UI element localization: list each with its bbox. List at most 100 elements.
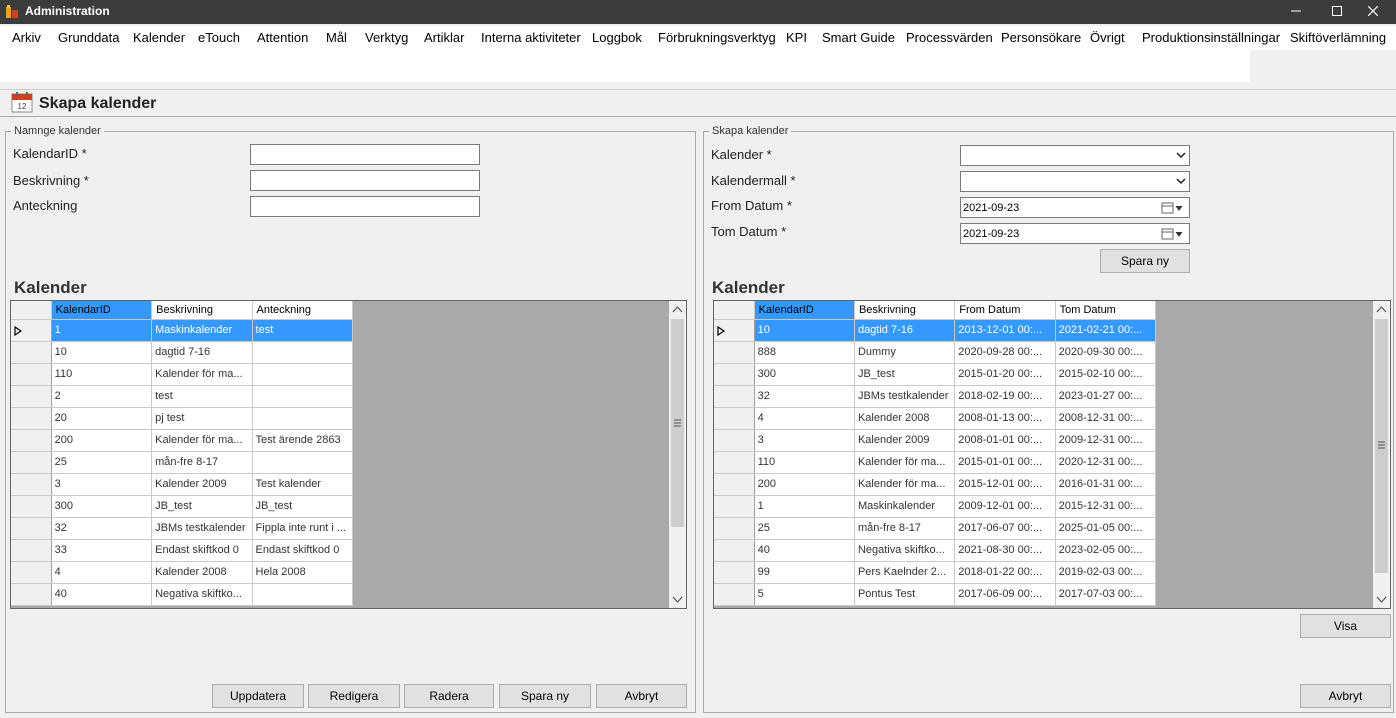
table-cell[interactable]: 3 [51,473,153,496]
row-header[interactable] [11,561,52,584]
row-header[interactable] [714,473,755,496]
table-row[interactable]: 40 Negativa skiftko... 2021-08-30 00:... 20… [714,539,1157,562]
table-cell[interactable]: 2 [51,385,153,408]
table-cell[interactable]: Endast skiftkod 0 [151,539,253,562]
table-cell[interactable]: 2025-01-05 00:... [1055,517,1157,540]
table-cell[interactable]: 300 [51,495,153,518]
table-cell[interactable]: Pontus Test [854,583,956,606]
table-cell[interactable]: Hela 2008 [252,561,354,584]
table-row[interactable]: 32 JBMs testkalender Fippla inte runt i ..… [11,517,354,540]
table-cell[interactable]: 200 [754,473,855,496]
table-cell[interactable]: pj test [151,407,253,430]
table-cell[interactable]: Negativa skiftko... [854,539,956,562]
delete-button[interactable]: Radera [404,684,494,708]
scroll-up-icon[interactable] [672,305,683,315]
menu-item-processvarden[interactable]: Processvärden [906,30,993,45]
calendar-dropdown-icon[interactable] [1161,201,1185,215]
menu-item-mal[interactable]: Mål [326,30,347,45]
table-cell[interactable]: 2009-12-31 00:... [1055,429,1157,452]
kalender-select[interactable] [960,145,1190,166]
table-cell[interactable]: 2017-06-07 00:... [954,517,1056,540]
table-cell[interactable]: 4 [51,561,153,584]
table-cell[interactable]: Maskinkalender [854,495,956,518]
menu-item-attention[interactable]: Attention [257,30,308,45]
table-row[interactable]: 2 test [11,385,354,408]
left-grid-scrollbar[interactable] [669,301,686,608]
column-header-beskrivning[interactable]: Beskrivning [151,301,253,320]
table-cell[interactable]: 2020-09-28 00:... [954,341,1056,364]
right-grid-scrollbar[interactable] [1373,301,1390,608]
table-cell[interactable]: 888 [754,341,855,364]
table-cell[interactable]: 2017-07-03 00:... [1055,583,1157,606]
table-cell[interactable]: 2015-01-01 00:... [954,451,1056,474]
row-header[interactable] [11,517,52,540]
table-row[interactable]: 3 Kalender 2009 2008-01-01 00:... 2009-12-3… [714,429,1157,452]
table-cell[interactable]: Kalender 2009 [151,473,253,496]
table-row[interactable]: 4 Kalender 2008 2008-01-13 00:... 2008-12-3… [714,407,1157,430]
table-cell[interactable]: 2015-12-31 00:... [1055,495,1157,518]
beskrivning-input[interactable] [250,170,480,191]
table-cell[interactable]: mån-fre 8-17 [854,517,956,540]
tom-datum-picker[interactable]: 2021-09-23 [960,223,1190,244]
menu-item-interna-aktiviteter[interactable]: Interna aktiviteter [481,30,581,45]
table-cell[interactable]: JBMs testkalender [151,517,253,540]
menu-item-grunddata[interactable]: Grunddata [58,30,119,45]
cancel-button-left[interactable]: Avbryt [596,684,687,708]
table-cell[interactable]: 1 [51,319,153,342]
table-cell[interactable]: Kalender för ma... [151,363,253,386]
table-cell[interactable]: 10 [754,319,855,342]
row-header[interactable] [714,407,755,430]
table-cell[interactable]: JB_test [854,363,956,386]
column-header-kalendarid[interactable]: KalendarID [754,301,855,320]
table-row[interactable]: 110 Kalender för ma... 2015-01-01 00:... 20… [714,451,1157,474]
table-cell[interactable]: 2008-01-01 00:... [954,429,1056,452]
table-cell[interactable]: mån-fre 8-17 [151,451,253,474]
table-cell[interactable]: 32 [51,517,153,540]
table-row[interactable]: 110 Kalender för ma... [11,363,354,386]
table-cell[interactable]: 1 [754,495,855,518]
column-header-kalendarid[interactable]: KalendarID [51,301,153,320]
cancel-button-right[interactable]: Avbryt [1300,684,1391,708]
menu-item-produktionsinstallningar[interactable]: Produktionsinställningar [1142,30,1280,45]
table-row[interactable]: 33 Endast skiftkod 0 Endast skiftkod 0 [11,539,354,562]
menu-item-smart-guide[interactable]: Smart Guide [822,30,895,45]
table-cell[interactable]: 2015-12-01 00:... [954,473,1056,496]
table-cell[interactable]: JB_test [151,495,253,518]
table-row[interactable]: 10 dagtid 7-16 [11,341,354,364]
table-cell[interactable]: 2023-02-05 00:... [1055,539,1157,562]
table-cell[interactable]: 99 [754,561,855,584]
table-cell[interactable]: 20 [51,407,153,430]
table-cell[interactable]: 4 [754,407,855,430]
table-cell[interactable]: 2018-01-22 00:... [954,561,1056,584]
row-header[interactable] [11,407,52,430]
table-cell[interactable]: Kalender för ma... [854,451,956,474]
row-header[interactable] [714,451,755,474]
scroll-down-icon[interactable] [672,594,683,604]
table-cell[interactable]: Kalender för ma... [151,429,253,452]
table-cell[interactable]: Negativa skiftko... [151,583,253,606]
table-cell[interactable]: Test kalender [252,473,354,496]
row-header[interactable] [11,385,52,408]
table-row[interactable]: 32 JBMs testkalender 2018-02-19 00:... 2023… [714,385,1157,408]
table-row[interactable]: 888 Dummy 2020-09-28 00:... 2020-09-30 00:.… [714,341,1157,364]
table-cell[interactable]: 2018-02-19 00:... [954,385,1056,408]
column-header-anteckning[interactable]: Anteckning [252,301,354,320]
table-cell[interactable]: Maskinkalender [151,319,253,342]
table-cell[interactable]: 200 [51,429,153,452]
row-header[interactable] [11,583,52,606]
row-header[interactable] [714,341,755,364]
row-header[interactable] [714,517,755,540]
menu-item-etouch[interactable]: eTouch [198,30,240,45]
menu-item-kpi[interactable]: KPI [786,30,807,45]
left-calendar-grid[interactable]: KalendarID Beskrivning Anteckning 1 Maski… [10,300,687,609]
row-header[interactable] [714,495,755,518]
table-cell[interactable]: 2013-12-01 00:... [954,319,1056,342]
edit-button[interactable]: Redigera [308,684,400,708]
save-new-button-left[interactable]: Spara ny [499,684,591,708]
table-cell[interactable]: Kalender 2009 [854,429,956,452]
close-button[interactable] [1350,0,1396,24]
table-cell[interactable]: 5 [754,583,855,606]
scroll-up-icon[interactable] [1376,305,1387,315]
table-row[interactable]: 1 Maskinkalender test [11,319,354,342]
menu-item-skiftoverlamning[interactable]: Skiftöverlämning [1290,30,1386,45]
